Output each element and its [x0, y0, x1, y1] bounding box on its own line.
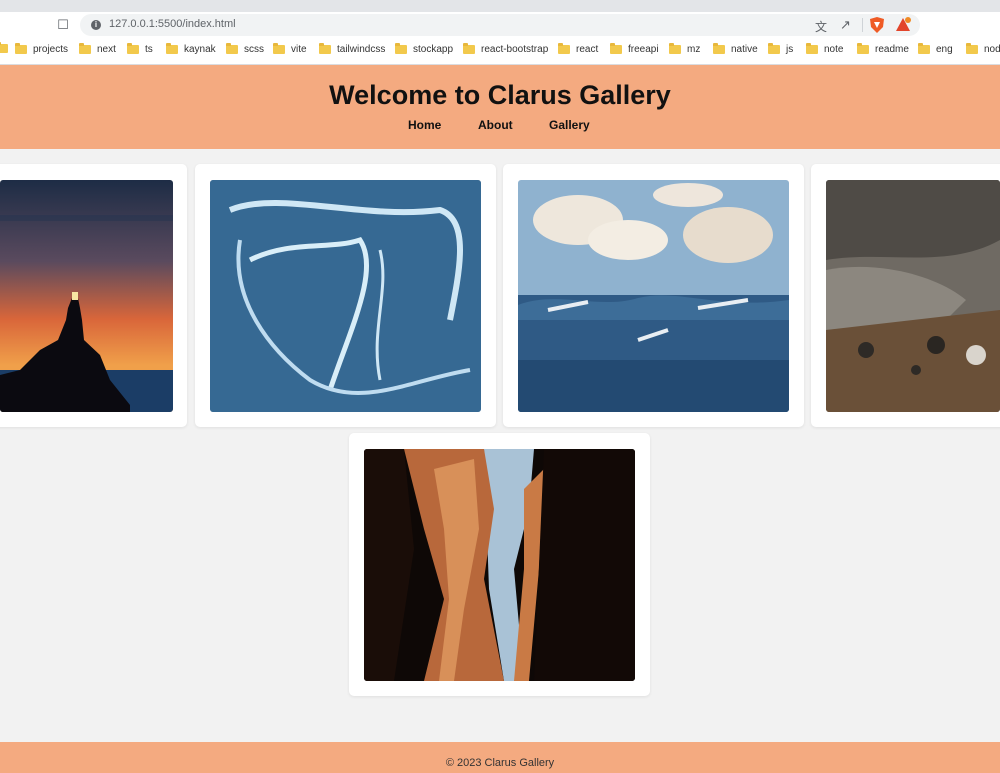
bookmark-folder[interactable]: ts	[127, 43, 153, 55]
folder-icon	[669, 43, 681, 54]
bookmark-folder[interactable]: next	[79, 43, 116, 55]
gallery-image-canyon[interactable]	[364, 449, 635, 681]
folder-icon	[395, 43, 407, 54]
folder-icon	[0, 42, 8, 53]
folder-icon	[319, 43, 331, 54]
bookmark-folder[interactable]: react-bootstrap	[463, 43, 549, 55]
bookmark-folder[interactable]: tailwindcss	[319, 43, 386, 55]
bookmark-label: freeapi	[628, 44, 659, 55]
bookmark-label: vite	[291, 44, 307, 55]
folder-icon	[857, 43, 869, 54]
bookmark-label: next	[97, 44, 116, 55]
brave-shield-icon[interactable]	[870, 17, 884, 33]
folder-icon	[79, 43, 91, 54]
bookmarks-bar: projects next ts kaynak scss vite tailwi…	[0, 38, 1000, 65]
bookmark-folder[interactable]: js	[768, 43, 794, 55]
bookmark-folder[interactable]: native	[713, 43, 758, 55]
bookmark-folder[interactable]: mz	[669, 43, 701, 55]
bookmark-label: tailwindcss	[337, 44, 386, 55]
folder-icon	[166, 43, 178, 54]
folder-icon	[768, 43, 780, 54]
bookmark-label: ts	[145, 44, 153, 55]
main-nav: Home About Gallery	[0, 118, 1000, 134]
folder-icon	[918, 43, 930, 54]
nav-gallery-link[interactable]: Gallery	[549, 118, 590, 132]
site-info-icon[interactable]: i	[91, 20, 101, 30]
bookmark-label: react	[576, 44, 599, 55]
folder-icon	[806, 43, 818, 54]
bookmark-folder[interactable]: freeapi	[610, 43, 659, 55]
browser-tab-strip	[0, 0, 1000, 12]
bookmark-folder[interactable]: kaynak	[166, 43, 216, 55]
gallery-image-sea[interactable]	[518, 180, 789, 412]
page-title: Welcome to Clarus Gallery	[329, 80, 671, 110]
bookmark-label: native	[731, 44, 758, 55]
bookmark-folder[interactable]: eng	[918, 43, 953, 55]
bookmark-folder[interactable]	[0, 42, 14, 53]
folder-icon	[15, 43, 27, 54]
folder-icon	[966, 43, 978, 54]
share-icon[interactable]: ↗	[840, 17, 851, 33]
bookmark-label: nod	[984, 44, 1000, 55]
translate-icon[interactable]: 文	[815, 18, 827, 35]
gallery-image-lighthouse[interactable]	[0, 180, 173, 412]
bookmark-folder[interactable]: vite	[273, 43, 307, 55]
folder-icon	[127, 43, 139, 54]
bookmark-label: readme	[875, 44, 909, 55]
nav-about-link[interactable]: About	[478, 118, 513, 132]
folder-icon	[463, 43, 475, 54]
bookmark-folder[interactable]: scss	[226, 43, 264, 55]
bookmark-folder[interactable]: react	[558, 43, 599, 55]
toolbar-divider	[862, 18, 863, 32]
bookmark-folder[interactable]: nod	[966, 43, 1000, 55]
rewards-icon[interactable]	[895, 17, 911, 33]
bookmark-label: js	[786, 44, 794, 55]
bookmark-label: mz	[687, 44, 701, 55]
url-text[interactable]: 127.0.0.1:5500/index.html	[109, 18, 236, 30]
bookmark-folder[interactable]: stockapp	[395, 43, 454, 55]
bookmark-folder[interactable]: projects	[15, 43, 69, 55]
bookmark-label: eng	[936, 44, 953, 55]
bookmark-label: projects	[33, 44, 69, 55]
folder-icon	[558, 43, 570, 54]
gallery-image-rocks[interactable]	[826, 180, 1000, 412]
footer-copyright: © 2023 Clarus Gallery	[445, 757, 555, 769]
gallery-image-ice[interactable]	[210, 180, 481, 412]
bookmark-label: scss	[244, 44, 264, 55]
bookmark-label: note	[824, 44, 844, 55]
bookmark-label: kaynak	[184, 44, 216, 55]
nav-home-link[interactable]: Home	[408, 118, 441, 132]
folder-icon	[273, 43, 285, 54]
bookmark-icon[interactable]: ☐	[55, 17, 71, 33]
bookmark-folder[interactable]: note	[806, 43, 844, 55]
bookmark-folder[interactable]: readme	[857, 43, 909, 55]
folder-icon	[226, 43, 238, 54]
bookmark-label: stockapp	[413, 44, 454, 55]
folder-icon	[610, 43, 622, 54]
bookmark-label: react-bootstrap	[481, 44, 549, 55]
folder-icon	[713, 43, 725, 54]
